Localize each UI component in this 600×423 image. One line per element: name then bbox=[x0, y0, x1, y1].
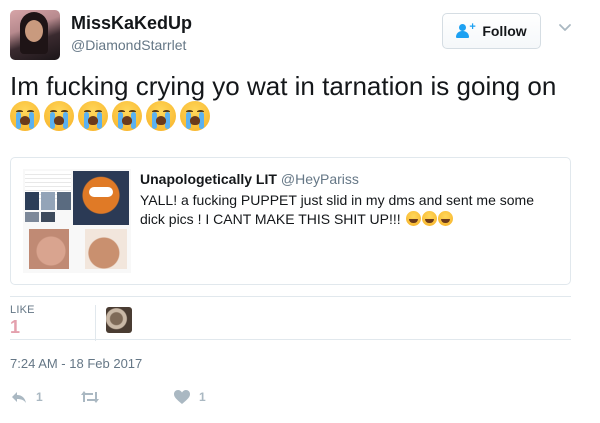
follow-button[interactable]: + Follow bbox=[442, 13, 541, 49]
likes-count[interactable]: 1 bbox=[10, 317, 20, 338]
user-display-name[interactable]: MissKaKedUp bbox=[71, 13, 192, 34]
tweet-timestamp[interactable]: 7:24 AM - 18 Feb 2017 bbox=[10, 356, 142, 371]
loudly-crying-face-icon bbox=[78, 101, 108, 131]
tears-of-joy-icon bbox=[405, 211, 421, 226]
reply-button[interactable]: 1 bbox=[10, 387, 43, 407]
quoted-tweet-text-block: YALL! a fucking PUPPET just slid in my d… bbox=[140, 191, 560, 229]
quoted-tweet-media[interactable] bbox=[23, 169, 131, 273]
quoted-tweet-name: Unapologetically LIT bbox=[140, 171, 277, 187]
loudly-crying-face-icon bbox=[10, 101, 40, 131]
loudly-crying-face-icon bbox=[180, 101, 210, 131]
quoted-tweet-handle: @HeyPariss bbox=[280, 171, 359, 187]
tweet-text: Im fucking crying yo wat in tarnation is… bbox=[10, 71, 557, 101]
user-handle[interactable]: @DiamondStarrlet bbox=[71, 37, 186, 53]
user-avatar[interactable] bbox=[10, 10, 60, 60]
tears-of-joy-icon bbox=[421, 211, 437, 226]
retweet-button[interactable] bbox=[80, 387, 108, 407]
follow-button-label: Follow bbox=[482, 23, 527, 39]
add-user-icon: + bbox=[456, 21, 476, 38]
retweet-icon bbox=[81, 391, 99, 403]
loudly-crying-face-icon bbox=[112, 101, 142, 131]
quoted-tweet[interactable]: Unapologetically LIT @HeyPariss YALL! a f… bbox=[10, 157, 571, 285]
divider bbox=[10, 296, 571, 297]
liker-avatar[interactable] bbox=[106, 307, 132, 333]
tears-of-joy-icon bbox=[437, 211, 453, 226]
tweet-menu-button[interactable] bbox=[555, 18, 575, 38]
loudly-crying-face-icon bbox=[146, 101, 176, 131]
tweet-emoji-row bbox=[10, 101, 210, 133]
likes-label: LIKE bbox=[10, 304, 35, 316]
quoted-tweet-text: YALL! a fucking PUPPET just slid in my d… bbox=[140, 192, 534, 227]
quoted-tweet-emojis bbox=[405, 211, 453, 227]
loudly-crying-face-icon bbox=[44, 101, 74, 131]
chevron-down-icon bbox=[559, 24, 571, 31]
heart-icon bbox=[174, 390, 190, 404]
quoted-tweet-author: Unapologetically LIT @HeyPariss bbox=[140, 171, 359, 187]
reply-icon bbox=[12, 392, 26, 403]
like-count: 1 bbox=[199, 390, 206, 404]
stats-separator bbox=[95, 305, 96, 341]
tweet-header: MissKaKedUp @DiamondStarrlet + Follow bbox=[10, 10, 590, 60]
divider bbox=[10, 339, 571, 340]
like-button[interactable]: 1 bbox=[173, 387, 206, 407]
reply-count: 1 bbox=[36, 390, 43, 404]
